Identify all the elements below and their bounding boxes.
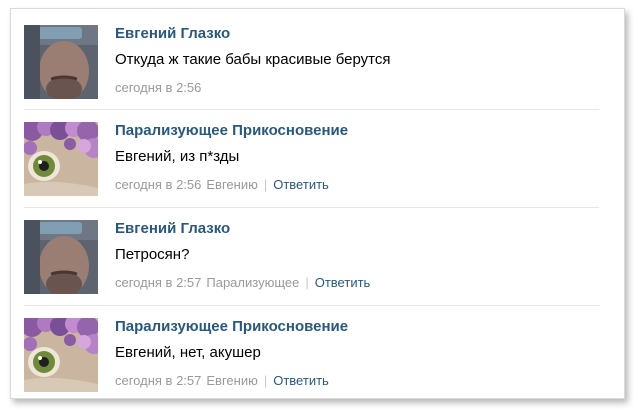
avatar[interactable] <box>24 122 98 196</box>
comment-text: Откуда ж такие бабы красивые берутся <box>115 51 391 68</box>
comment-meta: сегодня в 2:57 Парализующее | Ответить <box>115 275 370 290</box>
avatar[interactable] <box>24 25 98 99</box>
reply-to-link[interactable]: Евгению <box>206 373 257 388</box>
comment-list: Евгений Глазко Откуда ж такие бабы краси… <box>10 8 625 399</box>
divider <box>24 207 599 208</box>
reply-button[interactable]: Ответить <box>273 373 329 388</box>
comment-meta: сегодня в 2:56 Евгению | Ответить <box>115 177 329 192</box>
comment-text: Петросян? <box>115 246 190 263</box>
author-link[interactable]: Евгений Глазко <box>115 220 230 237</box>
avatar[interactable] <box>24 220 98 294</box>
timestamp[interactable]: сегодня в 2:57 <box>115 275 201 290</box>
timestamp[interactable]: сегодня в 2:57 <box>115 373 201 388</box>
divider <box>24 305 599 306</box>
avatar[interactable] <box>24 318 98 392</box>
reply-to-link[interactable]: Евгению <box>206 177 257 192</box>
separator: | <box>263 373 268 388</box>
separator: | <box>305 275 309 290</box>
comment-text: Евгений, нет, акушер <box>115 344 261 361</box>
reply-button[interactable]: Ответить <box>315 275 371 290</box>
timestamp[interactable]: сегодня в 2:56 <box>115 80 201 95</box>
author-link[interactable]: Парализующее Прикосновение <box>115 318 348 335</box>
comment-meta: сегодня в 2:56 <box>115 80 201 95</box>
author-link[interactable]: Парализующее Прикосновение <box>115 122 348 139</box>
author-link[interactable]: Евгений Глазко <box>115 25 230 42</box>
divider <box>24 109 599 110</box>
reply-to-link[interactable]: Парализующее <box>206 275 299 290</box>
comment-text: Евгений, из п*зды <box>115 148 240 165</box>
timestamp[interactable]: сегодня в 2:56 <box>115 177 201 192</box>
separator: | <box>263 177 268 192</box>
comment-meta: сегодня в 2:57 Евгению | Ответить <box>115 373 329 388</box>
reply-button[interactable]: Ответить <box>273 177 329 192</box>
